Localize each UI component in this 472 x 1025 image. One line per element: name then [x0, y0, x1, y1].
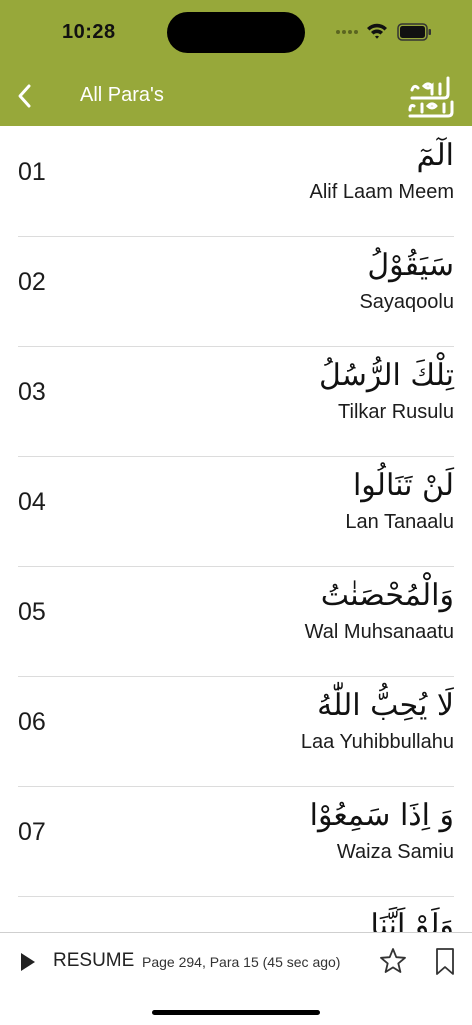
para-name: Laa Yuhibbullahu — [300, 731, 454, 753]
dynamic-island — [167, 12, 305, 53]
para-name: Lan Tanaalu — [345, 511, 454, 533]
para-row-07[interactable]: 07 وَ اِذَا سَمِعُوْا Waiza Samiu — [18, 786, 454, 897]
para-number: 05 — [18, 598, 46, 626]
para-arabic-title: وَلَوْ اَنَّنَا — [370, 908, 454, 932]
para-row-06[interactable]: 06 لَا يُحِبُّ اللّٰهُ Laa Yuhibbullahu — [18, 676, 454, 787]
status-time: 10:28 — [62, 21, 116, 43]
cellular-signal-icon — [336, 30, 358, 34]
para-number: 01 — [18, 158, 46, 186]
back-chevron-icon[interactable] — [10, 78, 40, 114]
para-arabic-title: لَنْ تَنَالُوا — [352, 468, 454, 503]
para-arabic-title: لَا يُحِبُّ اللّٰهُ — [317, 688, 454, 723]
para-arabic-title: وَالْمُحْصَنٰتُ — [320, 578, 454, 613]
quran-logo-icon — [408, 76, 454, 118]
para-arabic-title: تِلْكَ الرُّسُلُ — [319, 358, 454, 393]
para-name: Tilkar Rusulu — [338, 401, 454, 423]
para-name: Sayaqoolu — [359, 291, 454, 313]
para-number: 02 — [18, 268, 46, 296]
para-number: 03 — [18, 378, 46, 406]
resume-button[interactable]: RESUME — [53, 950, 134, 972]
wifi-icon — [367, 23, 387, 39]
para-arabic-title: سَيَقُوْلُ — [367, 248, 454, 283]
para-arabic-title: الٓمٓ — [416, 138, 454, 173]
bookmark-outline-icon[interactable] — [434, 947, 456, 977]
page-title: All Para's — [80, 84, 164, 106]
para-list: 01 الٓمٓ Alif Laam Meem 02 سَيَقُوْلُ Sa… — [0, 126, 472, 932]
para-row-02[interactable]: 02 سَيَقُوْلُ Sayaqoolu — [18, 236, 454, 347]
para-row-01[interactable]: 01 الٓمٓ Alif Laam Meem — [18, 126, 454, 237]
para-name: Alif Laam Meem — [309, 181, 455, 203]
para-number: 04 — [18, 488, 46, 516]
battery-icon — [397, 23, 431, 41]
para-row-03[interactable]: 03 تِلْكَ الرُّسُلُ Tilkar Rusulu — [18, 346, 454, 457]
para-number: 06 — [18, 708, 46, 736]
para-arabic-title: وَ اِذَا سَمِعُوْا — [309, 798, 454, 833]
para-name: Wal Muhsanaatu — [304, 621, 454, 643]
app-header: 10:28 All Para's — [0, 0, 472, 126]
para-row-05[interactable]: 05 وَالْمُحْصَنٰتُ Wal Muhsanaatu — [18, 566, 454, 677]
star-outline-icon[interactable] — [379, 947, 407, 975]
para-row-08[interactable]: 08 وَلَوْ اَنَّنَا — [18, 896, 454, 932]
para-row-04[interactable]: 04 لَنْ تَنَالُوا Lan Tanaalu — [18, 456, 454, 567]
resume-bar: RESUME Page 294, Para 15 (45 sec ago) — [0, 932, 472, 1025]
play-icon[interactable] — [18, 951, 38, 973]
para-number: 07 — [18, 818, 46, 846]
status-bar: 10:28 — [0, 0, 472, 64]
resume-info: Page 294, Para 15 (45 sec ago) — [142, 954, 341, 970]
nav-bar: All Para's — [0, 68, 472, 126]
para-name: Waiza Samiu — [336, 841, 454, 863]
home-indicator — [152, 1010, 320, 1015]
